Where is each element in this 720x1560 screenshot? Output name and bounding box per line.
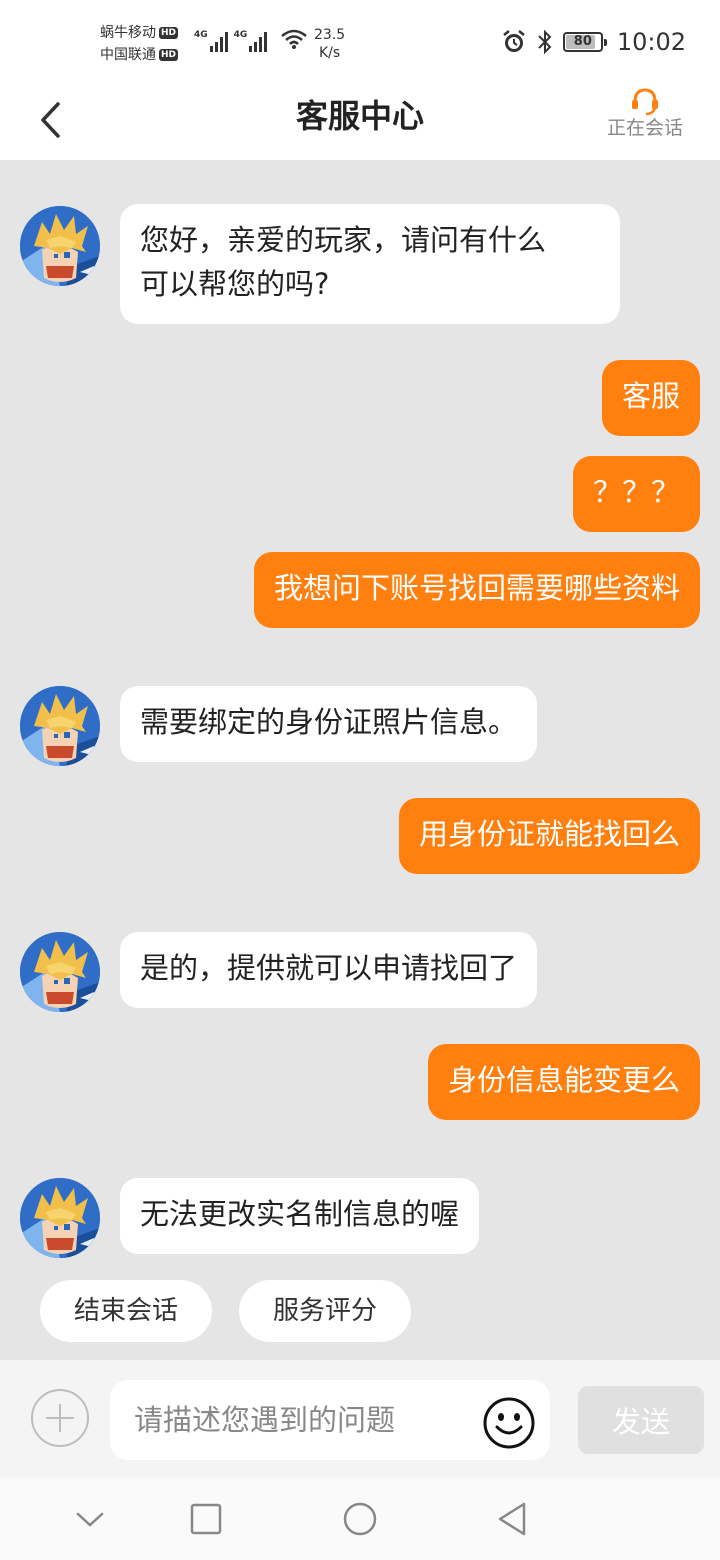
- message-text: 身份信息能变更么: [447, 1063, 680, 1097]
- hd-badge: HD: [159, 27, 179, 39]
- carrier-1-label: 蜗牛移动: [100, 25, 156, 41]
- alarm-icon: [503, 30, 525, 52]
- bluetooth-icon: [538, 29, 552, 55]
- agent-avatar: [20, 932, 100, 1012]
- agent-message: 您好，亲爱的玩家，请问有什么 可以帮您的吗?: [120, 204, 620, 324]
- agent-message: 需要绑定的身份证照片信息。: [120, 686, 538, 762]
- hd-badge: HD: [159, 49, 179, 61]
- chevron-down-icon: [76, 1512, 104, 1527]
- nav-back-button[interactable]: [487, 1494, 537, 1544]
- message-text: 是的，提供就可以申请找回了: [140, 951, 518, 985]
- send-button[interactable]: 发送: [578, 1386, 704, 1454]
- status-bar: 蜗牛移动 HD 中国联通 HD 4G 4G 23.5 K/s 80 10:02: [0, 0, 720, 80]
- message-text: 我想问下账号找回需要哪些资料: [273, 571, 680, 605]
- triangle-back-icon: [498, 1502, 526, 1536]
- wifi-icon: [281, 29, 307, 49]
- input-bar: 发送: [0, 1360, 720, 1478]
- nav-recents-button[interactable]: [181, 1494, 231, 1544]
- network-speed-unit: K/s: [318, 45, 341, 61]
- battery-icon: 80: [562, 32, 607, 52]
- network-speed-value: 23.5: [314, 27, 346, 43]
- nav-home-button[interactable]: [335, 1494, 385, 1544]
- system-nav-bar: [0, 1478, 720, 1560]
- agent-message: 无法更改实名制信息的喔: [120, 1178, 480, 1254]
- user-message: 我想问下账号找回需要哪些资料: [253, 552, 700, 628]
- add-attachment-button[interactable]: [31, 1389, 89, 1447]
- message-text: 您好，亲爱的玩家，请问有什么: [140, 223, 547, 257]
- square-icon: [190, 1503, 222, 1535]
- end-session-button[interactable]: 结束会话: [40, 1280, 212, 1342]
- network-speed: 23.5 K/s: [314, 26, 345, 62]
- network-type-label: 4G: [233, 30, 248, 40]
- carrier-info: 蜗牛移动 HD 中国联通 HD: [100, 22, 179, 66]
- agent-avatar: [20, 1178, 100, 1258]
- circle-icon: [343, 1502, 377, 1536]
- battery-percent: 80: [573, 34, 592, 49]
- smiley-icon: [483, 1397, 535, 1449]
- headset-icon: [632, 88, 658, 116]
- message-text: 可以帮您的吗?: [140, 267, 330, 301]
- agent-avatar: [20, 686, 100, 766]
- network-type-label: 4G: [194, 30, 208, 40]
- status-time: 10:02: [616, 28, 686, 56]
- emoji-button[interactable]: [482, 1396, 536, 1450]
- agent-message: 是的，提供就可以申请找回了: [120, 932, 538, 1008]
- rate-service-button[interactable]: 服务评分: [239, 1280, 411, 1342]
- message-text: 需要绑定的身份证照片信息。: [140, 705, 518, 739]
- carrier-2-label: 中国联通: [100, 47, 156, 63]
- signal-indicators: 4G 4G: [194, 30, 268, 52]
- user-message: 客服: [601, 360, 700, 436]
- session-status[interactable]: 正在会话: [600, 86, 690, 140]
- signal-icon: 4G: [194, 30, 228, 52]
- signal-icon: 4G: [234, 30, 268, 52]
- chat-area[interactable]: 您好，亲爱的玩家，请问有什么 可以帮您的吗? 客服 ？？？ 我想问下账号找回需要…: [0, 160, 720, 1360]
- agent-avatar: [20, 206, 100, 286]
- session-status-label: 正在会话: [606, 117, 683, 139]
- user-message: ？？？: [572, 456, 700, 532]
- message-text: 用身份证就能找回么: [418, 817, 680, 851]
- title-bar: 客服中心 正在会话: [0, 80, 720, 160]
- message-text: 客服: [621, 379, 680, 413]
- status-right-group: 80 10:02: [501, 28, 686, 56]
- user-message: 用身份证就能找回么: [398, 798, 700, 874]
- user-message: 身份信息能变更么: [427, 1044, 700, 1120]
- message-text: 无法更改实名制信息的喔: [140, 1197, 460, 1231]
- message-text: ？？？: [592, 475, 680, 509]
- nav-hide-button[interactable]: [65, 1494, 115, 1544]
